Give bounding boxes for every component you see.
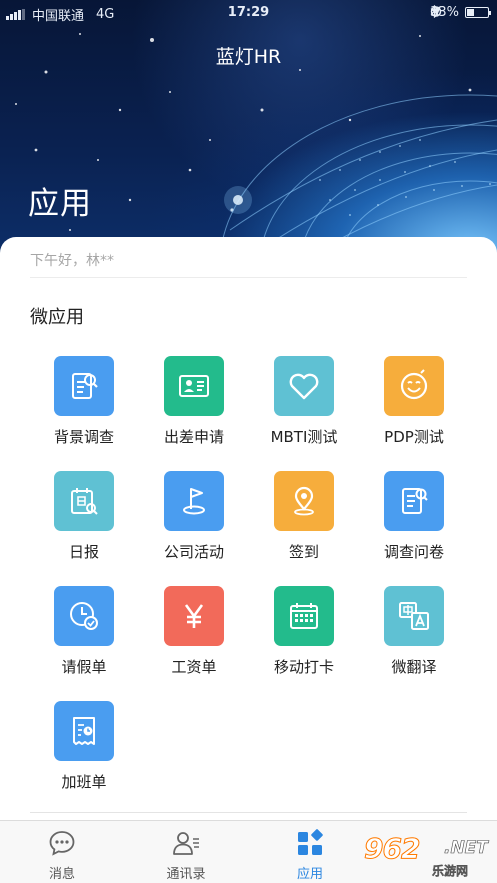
tab-label: 通讯录: [166, 867, 206, 882]
app-label: 移动打卡: [273, 658, 334, 676]
app-icon-tile: [164, 356, 224, 416]
app-label: 请假单: [61, 658, 107, 676]
heart-icon: [289, 373, 319, 400]
app-leave-request[interactable]: 请假单: [29, 586, 139, 686]
app-label: 加班单: [61, 773, 107, 791]
app-icon-tile: [274, 356, 334, 416]
document-search-icon: [72, 373, 98, 399]
app-company-events[interactable]: 公司活动: [139, 471, 249, 571]
app-icon-tile: [384, 586, 444, 646]
app-check-in[interactable]: 签到: [249, 471, 359, 571]
app-translate[interactable]: 微翻译: [359, 586, 469, 686]
app-icon-tile: [54, 701, 114, 761]
status-bar: 中国联通 4G 17:29 33%: [0, 0, 497, 26]
app-overtime-request[interactable]: 加班单: [29, 701, 139, 801]
app-label: 微翻译: [391, 658, 437, 676]
app-label: 日报: [68, 543, 99, 561]
survey-search-icon: [402, 488, 428, 514]
greeting-divider: [30, 277, 467, 278]
content-bottom-divider: [30, 812, 467, 813]
app-icon-tile: [54, 471, 114, 531]
app-label: PDP测试: [384, 428, 444, 446]
greeting-text: 下午好，林**: [30, 253, 114, 269]
clock-check-icon: [70, 602, 98, 630]
watermark-suffix: .NET: [444, 838, 489, 859]
smiley-icon: [400, 369, 428, 400]
id-card-icon: [179, 375, 209, 397]
chat-bubble-icon: [49, 831, 75, 856]
app-mbti-test[interactable]: MBTI测试: [249, 356, 359, 456]
contacts-icon: [173, 832, 199, 855]
bluetooth-icon: [430, 5, 439, 18]
app-icon-tile: [384, 356, 444, 416]
tab-apps[interactable]: 应用: [255, 821, 365, 883]
app-icon-tile: [54, 356, 114, 416]
app-payslip[interactable]: 工资单: [139, 586, 249, 686]
app-icon-tile: [274, 471, 334, 531]
app-icon-tile: [164, 586, 224, 646]
translate-icon: [399, 602, 429, 630]
location-pin-icon: [294, 486, 314, 516]
flag-icon: [183, 488, 205, 515]
site-watermark-logo: 962 .NET 乐游网: [360, 832, 490, 879]
section-title: 微应用: [30, 307, 84, 328]
app-title: 蓝灯HR: [215, 46, 282, 68]
app-label: 签到: [288, 543, 319, 561]
app-icon-tile: [164, 471, 224, 531]
app-label: 出差申请: [163, 428, 224, 446]
app-pdp-test[interactable]: PDP测试: [359, 356, 469, 456]
receipt-clock-icon: [73, 717, 95, 745]
app-business-trip[interactable]: 出差申请: [139, 356, 249, 456]
status-time: 17:29: [227, 5, 270, 20]
apps-grid-icon: [298, 829, 323, 855]
yen-icon: [184, 604, 204, 628]
app-label: 工资单: [171, 658, 217, 676]
app-label: 公司活动: [163, 543, 224, 561]
apps-card: 下午好，林** 微应用 背景调查 出差申请 MBTI测试 PDP测试 日报 公司…: [0, 237, 497, 837]
app-mobile-clock-in[interactable]: 移动打卡: [249, 586, 359, 686]
tab-label: 消息: [48, 867, 75, 882]
app-label: 调查问卷: [383, 543, 444, 561]
app-daily-report[interactable]: 日报: [29, 471, 139, 571]
tab-messages[interactable]: 消息: [7, 821, 117, 883]
page-heading: 应用: [28, 186, 92, 222]
tab-contacts[interactable]: 通讯录: [131, 821, 241, 883]
app-background-check[interactable]: 背景调查: [29, 356, 139, 456]
app-label: 背景调查: [53, 428, 114, 446]
hero-banner: 中国联通 4G 17:29 33% 蓝灯HR 应用: [0, 0, 497, 262]
tab-label: 应用: [296, 867, 323, 882]
app-icon-tile: [384, 471, 444, 531]
app-survey[interactable]: 调查问卷: [359, 471, 469, 571]
calendar-search-icon: [71, 488, 98, 515]
watermark-main: 962: [363, 832, 420, 866]
calendar-grid-icon: [290, 603, 318, 629]
battery-icon: [465, 7, 491, 18]
app-label: MBTI测试: [270, 428, 338, 446]
app-icon-tile: [274, 586, 334, 646]
watermark-sub: 乐游网: [432, 864, 469, 878]
app-icon-tile: [54, 586, 114, 646]
